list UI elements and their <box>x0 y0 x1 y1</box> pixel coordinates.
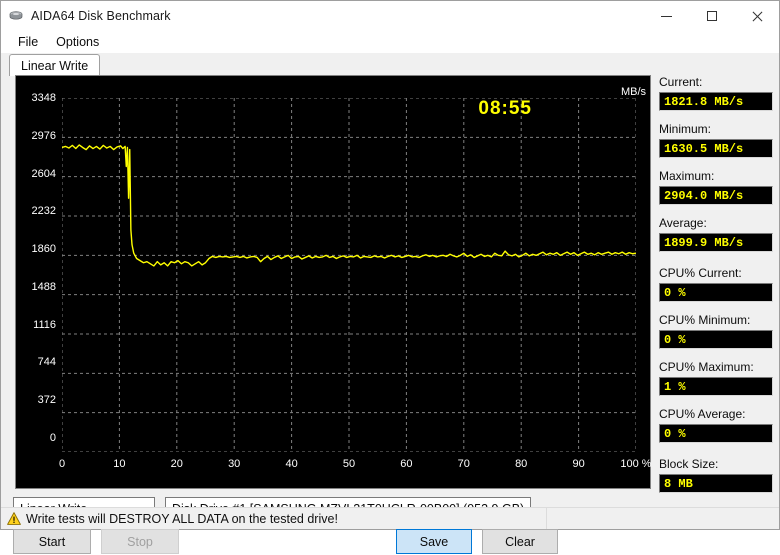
x-tick-label: 50 <box>342 458 356 470</box>
window-controls <box>644 1 779 31</box>
stat-group-current: Current: 1821.8 MB/s <box>659 75 773 111</box>
status-bar: Write tests will DESTROY ALL DATA on the… <box>1 507 779 529</box>
stat-group-cpu_maximum: CPU% Maximum: 1 % <box>659 360 773 396</box>
stat-label-cpu_current: CPU% Current: <box>659 266 742 280</box>
x-axis-labels: 0 10 20 30 40 50 60 70 80 90 100 % <box>58 458 652 474</box>
y-axis-labels: 0 372 744 1116 1488 1860 2232 2604 2976 3348 <box>16 76 60 488</box>
maximize-icon <box>706 11 717 21</box>
stat-group-maximum: Maximum: 2904.0 MB/s <box>659 169 773 205</box>
minimize-button[interactable] <box>644 1 689 31</box>
y-tick-label: 1116 <box>33 318 56 331</box>
y-tick-label: 372 <box>37 394 56 407</box>
stat-label-average: Average: <box>659 216 707 230</box>
y-tick-label: 2604 <box>31 167 56 180</box>
stat-label-maximum: Maximum: <box>659 169 715 183</box>
x-tick-label: 0 <box>58 458 66 470</box>
title-bar: AIDA64 Disk Benchmark <box>1 1 779 31</box>
stat-label-cpu_maximum: CPU% Maximum: <box>659 360 754 374</box>
stat-label-cpu_minimum: CPU% Minimum: <box>659 313 751 327</box>
x-tick-label: 10 <box>113 458 126 470</box>
clear-button[interactable]: Clear <box>482 529 558 554</box>
y-tick-label: 1488 <box>31 280 56 293</box>
x-tick-label: 40 <box>285 458 298 470</box>
stat-value-current: 1821.8 MB/s <box>659 92 773 111</box>
statistics-panel: Current: 1821.8 MB/s Minimum: 1630.5 MB/s Ma… <box>659 75 773 504</box>
stat-group-minimum: Minimum: 1630.5 MB/s <box>659 122 773 158</box>
x-tick-label: 20 <box>170 458 183 470</box>
stat-value-cpu_minimum: 0 % <box>659 330 773 349</box>
menu-item-file[interactable]: File <box>9 33 47 51</box>
close-icon <box>751 11 762 22</box>
action-row: Start Stop Save Clear <box>13 529 769 555</box>
benchmark-chart: MB/s 0 372 744 1116 1488 1860 2232 2604 2976 3348… <box>15 75 652 489</box>
y-tick-label: 2976 <box>31 129 56 142</box>
status-message-area: Write tests will DESTROY ALL DATA on the… <box>1 508 546 529</box>
stat-value-cpu_current: 0 % <box>659 283 773 302</box>
menu-item-options[interactable]: Options <box>47 33 108 51</box>
y-tick-label: 2232 <box>31 205 56 218</box>
x-tick-label: 90 <box>572 458 585 470</box>
stat-label-block_size: Block Size: <box>659 457 719 471</box>
stat-value-maximum: 2904.0 MB/s <box>659 186 773 205</box>
status-right-panel <box>546 508 779 529</box>
stat-group-cpu_current: CPU% Current: 0 % <box>659 266 773 302</box>
chart-line-svg <box>62 98 636 452</box>
stat-group-cpu_average: CPU% Average: 0 % <box>659 407 773 443</box>
stat-group-block_size: Block Size: 8 MB <box>659 457 773 493</box>
x-tick-label: 30 <box>228 458 241 470</box>
stop-button: Stop <box>101 529 179 554</box>
y-tick-label: 3348 <box>31 92 56 104</box>
x-tick-label: 100 % <box>620 458 652 470</box>
x-tick-label: 80 <box>515 458 528 470</box>
save-button[interactable]: Save <box>396 529 472 554</box>
stat-group-average: Average: 1899.9 MB/s <box>659 216 773 252</box>
warning-triangle-icon <box>7 512 21 525</box>
stat-value-cpu_maximum: 1 % <box>659 377 773 396</box>
status-message: Write tests will DESTROY ALL DATA on the… <box>26 511 338 526</box>
y-tick-label: 744 <box>37 356 56 369</box>
stat-value-cpu_average: 0 % <box>659 424 773 443</box>
stat-label-current: Current: <box>659 75 703 89</box>
plot-area <box>62 98 636 452</box>
stat-value-minimum: 1630.5 MB/s <box>659 139 773 158</box>
tab-strip: Linear Write <box>9 54 771 76</box>
stat-group-cpu_minimum: CPU% Minimum: 0 % <box>659 313 773 349</box>
elapsed-timer: 08:55 <box>478 98 532 119</box>
x-tick-label: 60 <box>400 458 413 470</box>
stat-label-cpu_average: CPU% Average: <box>659 407 746 421</box>
y-tick-label: 1860 <box>31 243 56 256</box>
stat-value-block_size: 8 MB <box>659 474 773 493</box>
start-button[interactable]: Start <box>13 529 91 554</box>
stat-label-minimum: Minimum: <box>659 122 712 136</box>
maximize-button[interactable] <box>689 1 734 31</box>
aida64-disk-benchmark-window: AIDA64 Disk Benchmark File Options Linea… <box>0 0 780 554</box>
window-title: AIDA64 Disk Benchmark <box>31 9 171 23</box>
y-axis-unit-label: MB/s <box>620 86 646 98</box>
x-tick-label: 70 <box>457 458 470 470</box>
menu-bar: File Options <box>1 31 779 53</box>
main-content: Linear Write MB/s 0 372 744 1116 1488 1860 223… <box>1 53 779 554</box>
minimize-icon <box>661 15 672 17</box>
close-button[interactable] <box>734 1 779 31</box>
y-tick-label: 0 <box>49 432 56 444</box>
stat-value-average: 1899.9 MB/s <box>659 233 773 252</box>
disk-drive-icon <box>8 8 24 24</box>
tab-linear-write[interactable]: Linear Write <box>9 54 101 76</box>
